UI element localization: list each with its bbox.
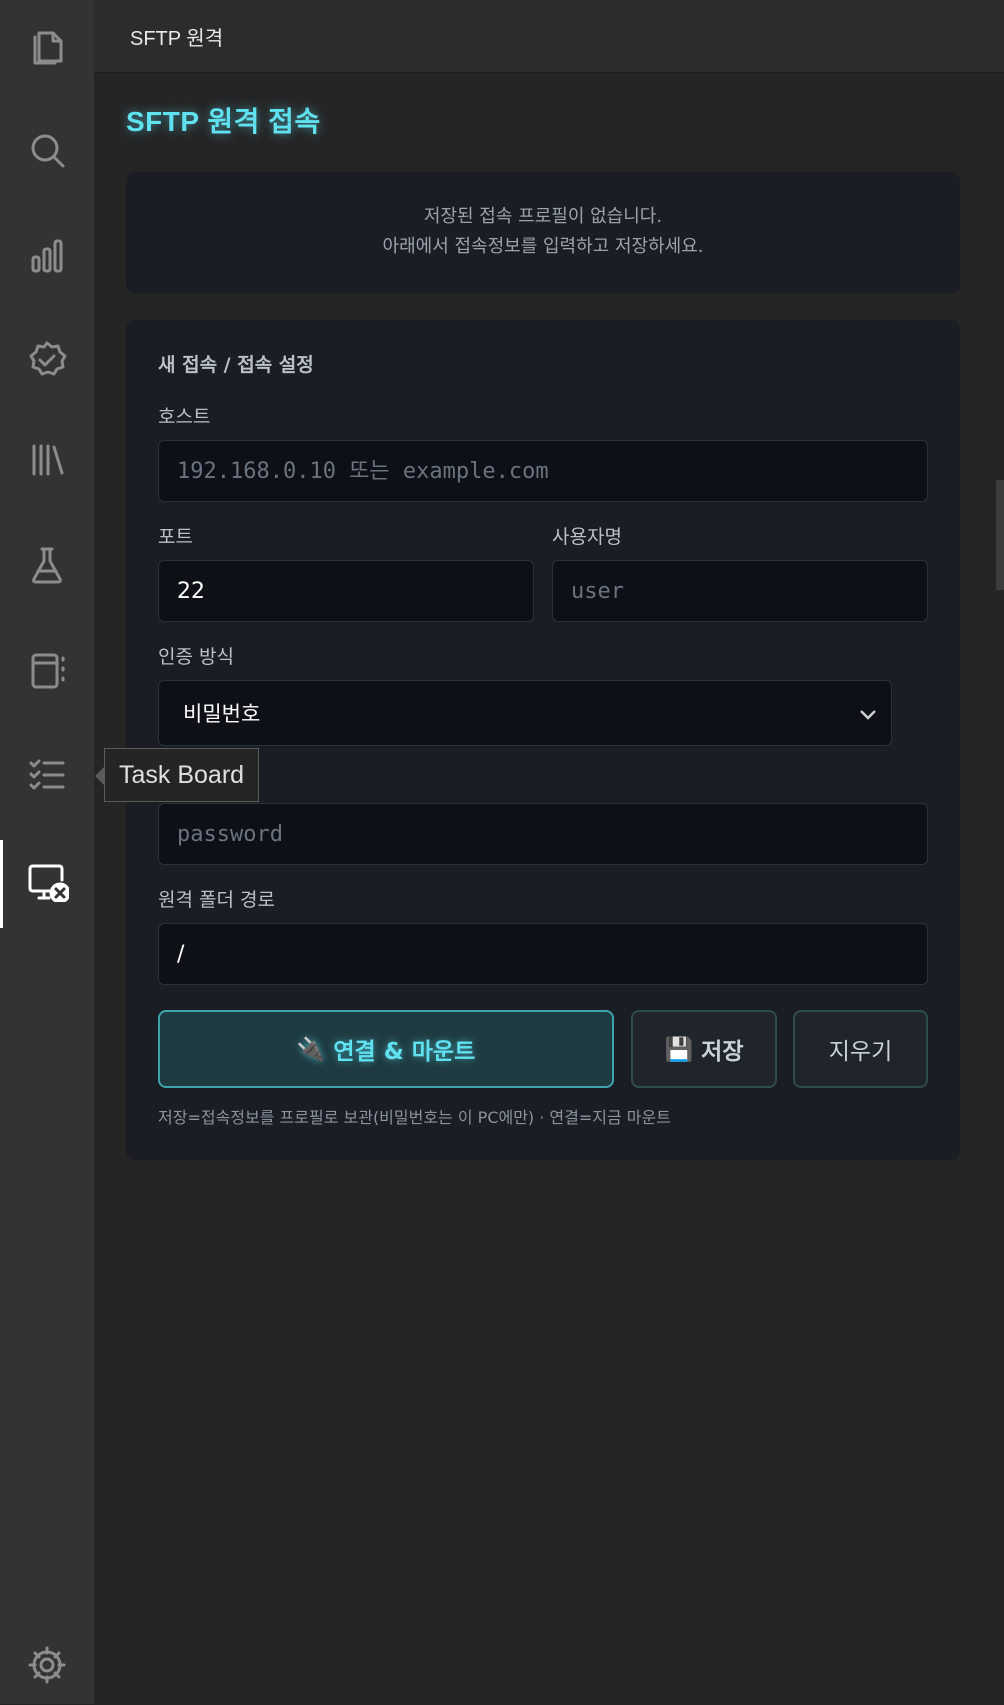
connect-mount-button[interactable]: 🔌 연결 & 마운트 — [158, 1010, 614, 1088]
section-title: 새 접속 / 접속 설정 — [158, 354, 314, 376]
empty-profiles-card: 저장된 접속 프로필이 없습니다. 아래에서 접속정보를 입력하고 저장하세요. — [126, 172, 960, 294]
floppy-disk-icon: 💾 — [664, 1036, 694, 1063]
clear-label: 지우기 — [828, 1039, 893, 1065]
activity-bar — [0, 0, 94, 1704]
search-icon[interactable] — [0, 110, 94, 190]
auth-method-select[interactable]: 비밀번호 — [158, 680, 892, 746]
page-title: SFTP 원격 접속 — [126, 106, 321, 137]
port-input[interactable] — [158, 560, 534, 622]
settings-icon[interactable] — [0, 1625, 94, 1705]
empty-message-line2: 아래에서 접속정보를 입력하고 저장하세요. — [382, 236, 704, 257]
tab-title[interactable]: SFTP 원격 — [130, 22, 223, 51]
remote-path-input[interactable] — [158, 923, 928, 985]
port-label: 포트 — [158, 526, 193, 548]
form-hint: 저장=접속정보를 프로필로 보관(비밀번호는 이 PC에만) · 연결=지금 마… — [158, 1108, 671, 1127]
tab-header: SFTP 원격 — [94, 0, 1004, 73]
flask-icon[interactable] — [0, 525, 94, 605]
save-label: 저장 — [701, 1039, 744, 1065]
auth-method-value: 비밀번호 — [183, 702, 261, 726]
connection-form: 새 접속 / 접속 설정 호스트 포트 사용자명 인증 방식 비밀번호 원격 폴… — [126, 320, 960, 1160]
auth-method-label: 인증 방식 — [158, 646, 234, 668]
task-list-icon[interactable] — [0, 735, 94, 815]
plug-icon: 🔌 — [296, 1036, 326, 1063]
connect-mount-label: 연결 & 마운트 — [333, 1039, 476, 1065]
username-label: 사용자명 — [552, 526, 622, 548]
scrollbar[interactable] — [996, 480, 1004, 590]
empty-message-line1: 저장된 접속 프로필이 없습니다. — [423, 206, 663, 227]
save-button[interactable]: 💾 저장 — [631, 1010, 777, 1088]
remote-path-label: 원격 폴더 경로 — [158, 889, 275, 911]
remote-icon[interactable] — [0, 840, 94, 928]
host-label: 호스트 — [158, 406, 211, 428]
host-input[interactable] — [158, 440, 928, 502]
notebook-icon[interactable] — [0, 630, 94, 710]
clear-button[interactable]: 지우기 — [793, 1010, 928, 1088]
username-input[interactable] — [552, 560, 928, 622]
chevron-down-icon — [857, 703, 879, 725]
password-input[interactable] — [158, 803, 928, 865]
verified-icon[interactable] — [0, 320, 94, 400]
tooltip: Task Board — [94, 748, 260, 802]
library-icon[interactable] — [0, 420, 94, 500]
explorer-icon[interactable] — [0, 5, 94, 85]
chart-icon[interactable] — [0, 215, 94, 295]
